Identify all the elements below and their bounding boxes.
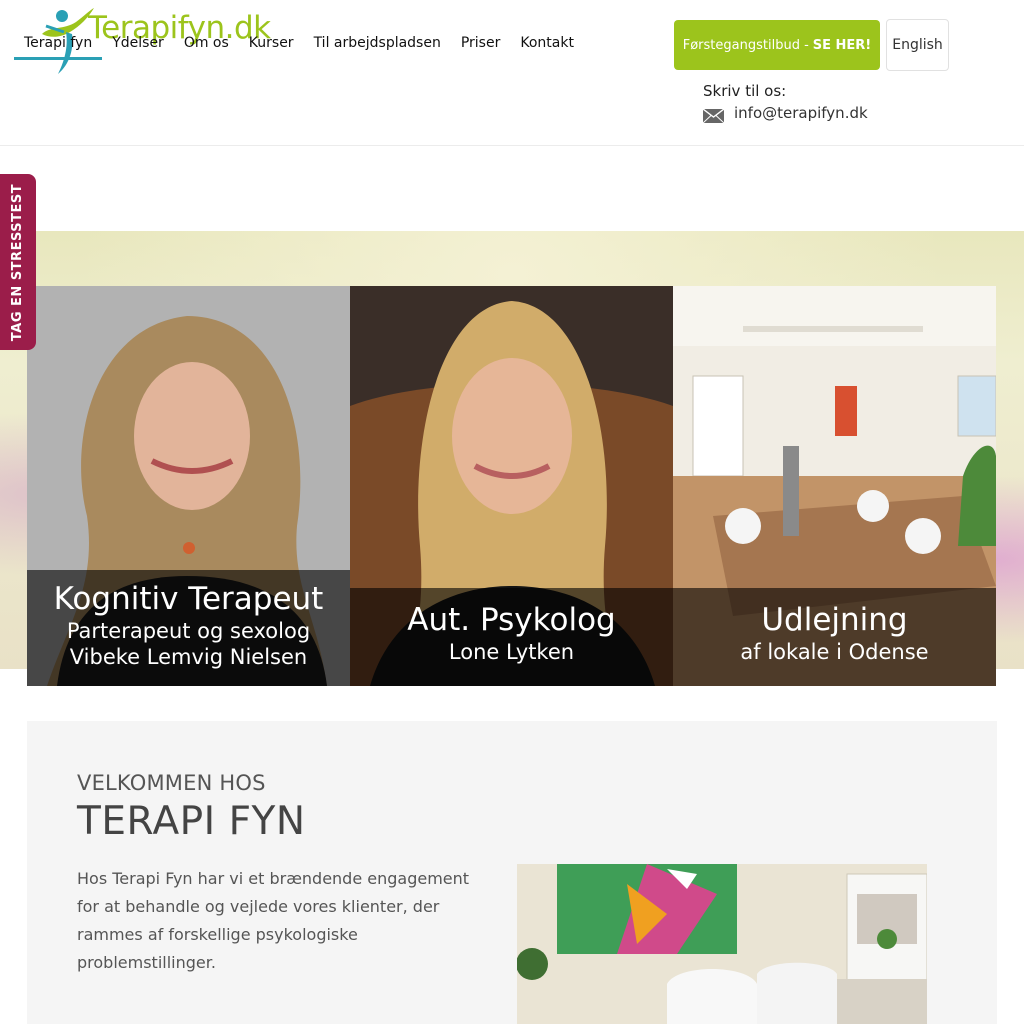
nav-item-om-os[interactable]: Om os: [174, 32, 239, 60]
language-switch-button[interactable]: English: [886, 19, 949, 71]
card-subtitle: Lone Lytken: [448, 640, 575, 664]
nav-item-til-arbejdspladsen[interactable]: Til arbejdspladsen: [304, 32, 451, 60]
site-header: Terapifyn.dk Terapi fyn Ydelser Om os Ku…: [0, 0, 1024, 146]
stress-test-tab[interactable]: TAG EN STRESSTEST: [0, 174, 36, 350]
card-title: Udlejning: [761, 602, 908, 638]
email-link[interactable]: info@terapifyn.dk: [734, 104, 868, 122]
card-subtitle: Parterapeut og sexolog: [66, 619, 311, 643]
nav-item-terapi-fyn[interactable]: Terapi fyn: [14, 32, 103, 60]
envelope-icon: [703, 109, 724, 123]
card-psychologist[interactable]: Aut. Psykolog Lone Lytken: [350, 286, 673, 686]
main-nav: Terapi fyn Ydelser Om os Kurser Til arbe…: [14, 32, 584, 60]
welcome-section: VELKOMMEN HOS TERAPI FYN Hos Terapi Fyn …: [27, 721, 997, 1024]
stress-test-tab-label: TAG EN STRESSTEST: [10, 183, 26, 341]
card-caption: Udlejning af lokale i Odense: [673, 588, 996, 686]
clinic-room-photo: [517, 864, 927, 1024]
card-caption: Aut. Psykolog Lone Lytken: [350, 588, 673, 686]
email-row: info@terapifyn.dk: [703, 103, 868, 123]
card-caption: Kognitiv Terapeut Parterapeut og sexolog…: [27, 570, 350, 686]
nav-item-priser[interactable]: Priser: [451, 32, 511, 60]
card-subtitle: af lokale i Odense: [740, 640, 929, 664]
card-room-rental[interactable]: Udlejning af lokale i Odense: [673, 286, 996, 686]
contact-label: Skriv til os:: [703, 82, 787, 100]
first-time-offer-emphasis: SE HER!: [812, 37, 872, 53]
card-cognitive-therapist[interactable]: Kognitiv Terapeut Parterapeut og sexolog…: [27, 286, 350, 686]
first-time-offer-label: Førstegangstilbud -: [682, 37, 809, 53]
nav-item-kurser[interactable]: Kurser: [239, 32, 304, 60]
card-title: Kognitiv Terapeut: [53, 581, 324, 617]
card-title: Aut. Psykolog: [407, 602, 616, 638]
nav-item-kontakt[interactable]: Kontakt: [510, 32, 584, 60]
service-cards: Kognitiv Terapeut Parterapeut og sexolog…: [27, 286, 996, 686]
welcome-text: Hos Terapi Fyn har vi et brændende engag…: [77, 869, 470, 972]
welcome-kicker: VELKOMMEN HOS: [77, 771, 266, 795]
first-time-offer-button[interactable]: Førstegangstilbud - SE HER!: [674, 20, 880, 70]
welcome-title: TERAPI FYN: [77, 799, 306, 844]
nav-item-ydelser[interactable]: Ydelser: [102, 32, 174, 60]
card-subtitle-name: Vibeke Lemvig Nielsen: [69, 645, 308, 669]
